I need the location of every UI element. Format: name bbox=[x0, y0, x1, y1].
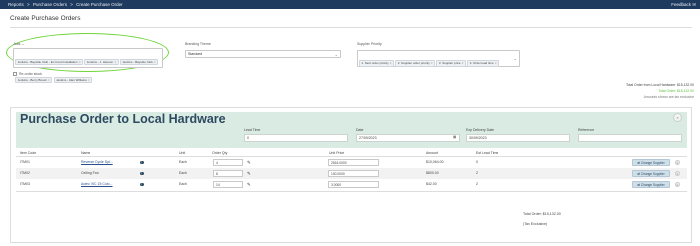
remove-tag-icon: × bbox=[153, 59, 156, 64]
column-header-name: Name bbox=[81, 151, 91, 155]
item-est-lead-time: 2 bbox=[476, 171, 478, 175]
info-icon[interactable]: i bbox=[140, 160, 144, 165]
item-code: ITM01 bbox=[20, 160, 30, 164]
column-header-est-lead-time: Est Lead Time bbox=[476, 151, 499, 155]
remove-tag-icon: × bbox=[461, 61, 464, 66]
reorder-stock-checkbox[interactable] bbox=[13, 72, 17, 76]
column-header-order-qty: Order Qty bbox=[212, 151, 228, 155]
item-name: Ceiling Fan bbox=[81, 171, 99, 175]
breadcrumb-current: Create Purchase Order bbox=[76, 2, 123, 7]
remove-tag-icon: × bbox=[494, 61, 497, 66]
table-row: ITM01 Reverse Cycle Spl... i Each 4 ✎ 25… bbox=[16, 157, 687, 168]
breadcrumb: Reports > Purchase Orders > Create Purch… bbox=[8, 0, 125, 9]
breadcrumb-separator: > bbox=[27, 2, 30, 7]
column-header-unit-price: Unit Price bbox=[329, 151, 345, 155]
total-order-amount: Total Order: $15,132.00 bbox=[658, 89, 694, 93]
supplier-priority-multiselect[interactable]: 1. Next order priority× 2. Supplier order… bbox=[357, 50, 520, 67]
page-title: Create Purchase Orders bbox=[10, 15, 81, 22]
total-order-supplier: Total Order from Local Hardware: $15,132… bbox=[625, 83, 694, 87]
exp-delivery-label: Exp Delivery Date bbox=[466, 128, 495, 132]
remove-row-icon[interactable]: × bbox=[675, 160, 680, 165]
breadcrumb-separator: > bbox=[70, 2, 73, 7]
order-qty-input[interactable]: 8 bbox=[213, 169, 243, 177]
change-supplier-button[interactable]: ⇄ Change Supplier bbox=[632, 181, 670, 188]
footer-total-order: Total Order: $15,132.00 bbox=[523, 212, 561, 216]
supplier-priority-tag[interactable]: 3. Supplier price× bbox=[436, 60, 467, 67]
job-tag[interactable]: Jenkins - Berry Brown× bbox=[15, 76, 53, 84]
change-supplier-button[interactable]: ⇄ Change Supplier bbox=[632, 170, 670, 177]
pencil-icon[interactable]: ✎ bbox=[247, 179, 251, 190]
divider bbox=[16, 191, 687, 192]
top-navigation-bar: Reports > Purchase Orders > Create Purch… bbox=[0, 0, 700, 9]
lead-time-input[interactable]: 0 bbox=[244, 134, 348, 142]
breadcrumb-purchase-orders[interactable]: Purchase Orders bbox=[33, 2, 67, 7]
unit-price-input[interactable]: 100.0000 bbox=[328, 169, 379, 177]
job-tag[interactable]: Jenkins - Bayside Club - En Cond Install… bbox=[15, 58, 84, 66]
jobs-multiselect[interactable]: Jenkins - Bayside Club - En Cond Install… bbox=[13, 48, 163, 84]
order-qty-input[interactable]: 14 bbox=[213, 180, 243, 188]
supplier-priority-tag[interactable]: 1. Next order priority× bbox=[358, 60, 395, 67]
item-unit: Each bbox=[179, 182, 187, 186]
column-header-item-code: Item Code bbox=[20, 151, 37, 155]
chevron-down-icon: ⌄ bbox=[513, 56, 517, 61]
item-code: ITM02 bbox=[20, 171, 30, 175]
table-row: ITM02 Ceiling Fan i Each 8 ✎ 100.0000 $8… bbox=[16, 168, 687, 179]
exp-delivery-input[interactable]: 30/09/2023 bbox=[466, 134, 570, 142]
item-unit: Each bbox=[179, 171, 187, 175]
unit-price-input[interactable]: 3.0000 bbox=[328, 180, 379, 188]
change-supplier-button[interactable]: ⇄ Change Supplier bbox=[632, 159, 670, 166]
reorder-stock-label: Re-order stock bbox=[19, 72, 42, 76]
supplier-priority-tag[interactable]: 4. Order lead time× bbox=[467, 60, 500, 67]
remove-tag-icon: × bbox=[87, 77, 90, 82]
supplier-priority-tag[interactable]: 2. Supplier order priority× bbox=[395, 60, 436, 67]
remove-tag-icon: × bbox=[114, 59, 117, 64]
column-header-amount: Amount bbox=[426, 151, 439, 155]
table-row: ITM03 Actec VIC 15 Colo... i Each 14 ✎ 3… bbox=[16, 179, 687, 190]
job-tag[interactable]: Jenkins - Bayside Club× bbox=[119, 58, 159, 66]
reference-input[interactable] bbox=[578, 134, 682, 142]
divider bbox=[10, 27, 692, 28]
item-est-lead-time: 0 bbox=[476, 160, 478, 164]
chevron-down-icon: ⌄ bbox=[334, 51, 338, 57]
date-label: Date bbox=[356, 128, 364, 132]
reference-label: Reference bbox=[578, 128, 595, 132]
item-name-link[interactable]: Actec VIC 15 Colo... bbox=[81, 179, 113, 190]
item-amount: $42.00 bbox=[426, 182, 437, 186]
remove-tag-icon: × bbox=[78, 59, 81, 64]
info-icon[interactable]: i bbox=[140, 182, 144, 187]
pencil-icon[interactable]: ✎ bbox=[247, 157, 251, 168]
date-input[interactable]: 27/09/2023 bbox=[356, 134, 460, 142]
item-name-link[interactable]: Reverse Cycle Spl... bbox=[81, 157, 113, 168]
item-code: ITM03 bbox=[20, 182, 30, 186]
footer-tax-note: (Tax Exclusive) bbox=[523, 222, 548, 226]
tax-note: Amounts shown are tax exclusive bbox=[643, 95, 694, 99]
feedback-link[interactable]: Feedback ✉ bbox=[671, 0, 696, 9]
remove-row-icon[interactable]: × bbox=[675, 182, 680, 187]
supplier-priority-label: Supplier Priority bbox=[357, 42, 382, 46]
item-est-lead-time: 2 bbox=[476, 182, 478, 186]
breadcrumb-reports[interactable]: Reports bbox=[8, 2, 24, 7]
branding-theme-label: Branding Theme bbox=[185, 42, 211, 46]
remove-row-icon[interactable]: × bbox=[675, 171, 680, 176]
item-amount: $10,064.00 bbox=[426, 160, 444, 164]
branding-theme-value: Standard bbox=[188, 52, 203, 56]
jobs-label[interactable]: Jobs ⌄ bbox=[13, 42, 24, 46]
unit-price-input[interactable]: 2516.0000 bbox=[328, 158, 379, 166]
pencil-icon[interactable]: ✎ bbox=[247, 168, 251, 179]
info-icon[interactable]: i bbox=[140, 171, 144, 176]
close-icon[interactable]: × bbox=[673, 113, 682, 122]
job-tag[interactable]: Jenkins - Alan Williams× bbox=[53, 76, 93, 84]
column-header-unit: Unit bbox=[179, 151, 186, 155]
order-qty-input[interactable]: 4 bbox=[213, 158, 243, 166]
branding-theme-select[interactable]: Standard ⌄ bbox=[185, 50, 341, 58]
remove-tag-icon: × bbox=[389, 61, 392, 66]
remove-tag-icon: × bbox=[48, 77, 50, 82]
item-unit: Each bbox=[179, 160, 187, 164]
purchase-order-title: Purchase Order to Local Hardware bbox=[20, 112, 226, 126]
calendar-icon[interactable]: ▦ bbox=[453, 135, 456, 139]
lead-time-label: Lead Time bbox=[244, 128, 261, 132]
item-amount: $800.00 bbox=[426, 171, 439, 175]
job-tag[interactable]: Jenkins - J. Hanson× bbox=[84, 58, 119, 66]
remove-tag-icon: × bbox=[430, 61, 433, 66]
